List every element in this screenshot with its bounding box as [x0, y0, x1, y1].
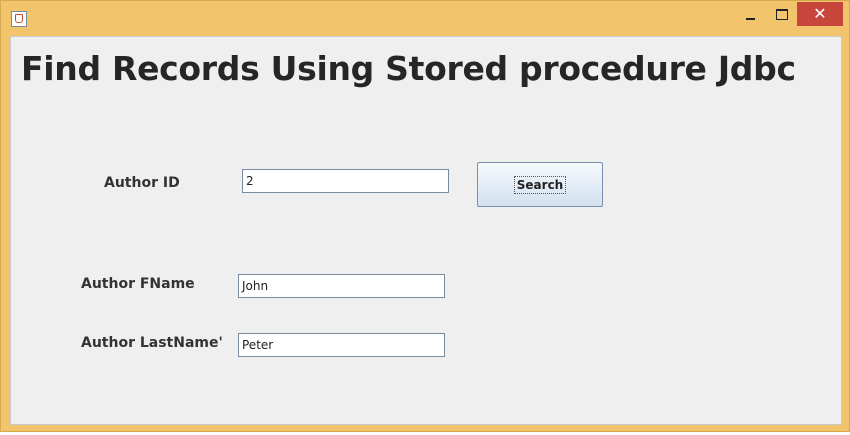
minimize-icon [745, 18, 755, 20]
author-fname-input[interactable]: John [238, 274, 445, 298]
author-id-label: Author ID [104, 175, 180, 191]
search-button[interactable]: Search [477, 162, 603, 207]
app-window: ✕ Find Records Using Stored procedure Jd… [0, 0, 850, 432]
form-panel: Find Records Using Stored procedure Jdbc… [10, 36, 842, 425]
author-id-input[interactable]: 2 [242, 169, 449, 193]
author-lastname-input[interactable]: Peter [238, 333, 445, 357]
search-button-label: Search [513, 175, 567, 194]
minimize-button[interactable] [737, 2, 763, 26]
maximize-icon [776, 8, 788, 20]
author-fname-label: Author FName [81, 276, 195, 292]
java-cup-icon[interactable] [11, 11, 27, 27]
close-icon: ✕ [813, 4, 827, 23]
close-button[interactable]: ✕ [797, 2, 843, 26]
page-title: Find Records Using Stored procedure Jdbc [21, 49, 796, 88]
title-bar[interactable]: ✕ [1, 1, 849, 35]
author-lastname-label: Author LastName' [81, 335, 223, 351]
maximize-button[interactable] [769, 2, 795, 26]
